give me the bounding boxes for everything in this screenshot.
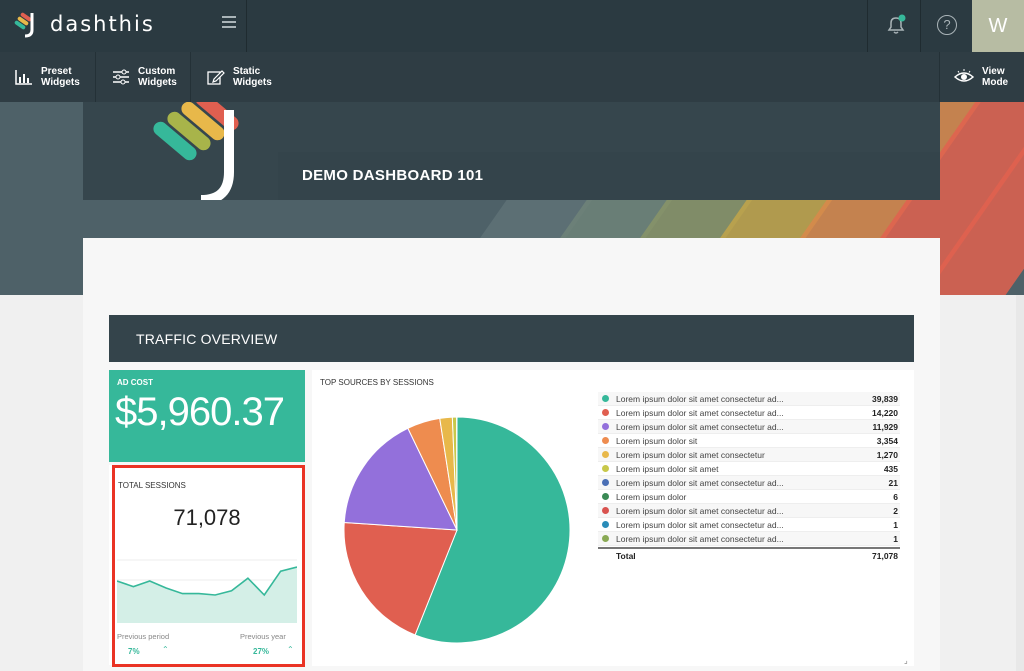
dashthis-logo-icon — [153, 102, 239, 200]
legend-label: Lorem ipsum dolor sit amet consectetur a… — [616, 505, 784, 516]
static-line2: Widgets — [233, 77, 272, 88]
legend-label: Lorem ipsum dolor sit amet consectetur a… — [616, 533, 784, 544]
custom-line1: Custom — [138, 66, 176, 77]
custom-widgets-button[interactable]: Custom Widgets — [112, 52, 177, 102]
custom-line2: Widgets — [138, 77, 177, 88]
total-sessions-label: TOTAL SESSIONS — [118, 481, 186, 490]
view-line1: View — [982, 66, 1005, 77]
legend-row[interactable]: Lorem ipsum dolor sit amet consectetur a… — [598, 476, 900, 490]
legend-row[interactable]: Lorem ipsum dolor sit amet consectetur a… — [598, 504, 900, 518]
legend-color-dot — [602, 437, 609, 444]
legend-label: Lorem ipsum dolor sit amet consectetur a… — [616, 421, 784, 432]
brand-name: dashthis — [50, 12, 155, 36]
eye-icon — [954, 69, 974, 82]
sources-pie-chart[interactable] — [342, 415, 572, 645]
legend-row[interactable]: Lorem ipsum dolor sit amet consectetur a… — [598, 406, 900, 420]
widget-toolbar: Preset Widgets Custom Widgets Static Widget… — [0, 52, 1024, 102]
top-sources-label: TOP SOURCES BY SESSIONS — [320, 378, 434, 387]
divider — [190, 52, 191, 102]
legend-value: 6 — [893, 491, 898, 502]
dashthis-logo-icon — [14, 12, 34, 38]
scroll-area — [1016, 295, 1024, 671]
previous-period-label: Previous period — [117, 632, 170, 641]
legend-label: Lorem ipsum dolor sit amet consectetur a… — [616, 519, 784, 530]
previous-year-label: Previous year — [240, 632, 286, 641]
edit-icon — [207, 70, 225, 85]
brand[interactable]: dashthis — [12, 10, 155, 38]
dashboard-title[interactable]: DEMO DASHBOARD 101 — [302, 167, 483, 184]
section-title[interactable]: TRAFFIC OVERVIEW — [136, 331, 277, 347]
legend-value: 14,220 — [872, 407, 898, 418]
legend-value: 435 — [883, 463, 898, 474]
sources-legend: Lorem ipsum dolor sit amet consectetur a… — [598, 392, 900, 561]
legend-row[interactable]: Lorem ipsum dolor sit amet consectetur a… — [598, 392, 900, 406]
total-label: Total — [616, 551, 636, 561]
legend-label: Lorem ipsum dolor sit amet consectetur — [616, 449, 765, 460]
legend-value: 2 — [893, 505, 898, 516]
previous-year-value: 27% — [253, 647, 270, 656]
total-sessions-value: 71,078 — [173, 505, 241, 530]
divider — [867, 0, 868, 52]
sliders-icon — [113, 69, 129, 85]
legend-color-dot — [602, 423, 609, 430]
ad-cost-label: AD COST — [117, 378, 153, 387]
top-navbar: dashthis ? W — [0, 0, 1024, 52]
help-icon[interactable]: ? — [937, 15, 957, 35]
chevron-up-icon: ⌃ — [287, 645, 294, 654]
view-line2: Mode — [982, 77, 1009, 88]
avatar[interactable]: W — [972, 0, 1024, 52]
legend-value: 39,839 — [872, 393, 898, 404]
legend-label: Lorem ipsum dolor — [616, 491, 687, 502]
resize-handle-icon[interactable]: ⌟ — [904, 656, 908, 665]
legend-color-dot — [602, 521, 609, 528]
preset-line2: Widgets — [41, 77, 80, 88]
view-mode-button[interactable]: View Mode — [954, 52, 1008, 102]
divider — [920, 0, 921, 52]
legend-row[interactable]: Lorem ipsum dolor sit amet 435 — [598, 462, 900, 476]
sessions-sparkline — [117, 559, 297, 623]
legend-row[interactable]: Lorem ipsum dolor sit 3,354 — [598, 434, 900, 448]
legend-value: 3,354 — [876, 435, 898, 446]
notification-bell-icon[interactable] — [885, 14, 907, 36]
legend-total-row: Total 71,078 — [598, 547, 900, 561]
legend-value: 11,929 — [872, 421, 898, 432]
legend-color-dot — [602, 395, 609, 402]
legend-label: Lorem ipsum dolor sit — [616, 435, 698, 446]
static-line1: Static — [233, 66, 261, 77]
legend-color-dot — [602, 465, 609, 472]
legend-color-dot — [602, 535, 609, 542]
legend-value: 1 — [893, 519, 898, 530]
previous-period-value: 7% — [128, 647, 140, 656]
legend-color-dot — [602, 493, 609, 500]
legend-label: Lorem ipsum dolor sit amet consectetur a… — [616, 407, 784, 418]
hamburger-menu-icon[interactable] — [222, 16, 236, 30]
legend-row[interactable]: Lorem ipsum dolor sit amet consectetur a… — [598, 518, 900, 532]
chevron-up-icon: ⌃ — [162, 645, 169, 654]
bar-chart-icon — [15, 70, 32, 85]
legend-value: 1 — [893, 533, 898, 544]
legend-color-dot — [602, 507, 609, 514]
legend-label: Lorem ipsum dolor sit amet consectetur a… — [616, 477, 784, 488]
divider — [95, 52, 96, 102]
legend-value: 1,270 — [876, 449, 898, 460]
divider — [939, 52, 940, 102]
legend-color-dot — [602, 409, 609, 416]
preset-widgets-button[interactable]: Preset Widgets — [15, 52, 80, 102]
legend-row[interactable]: Lorem ipsum dolor sit amet consectetur a… — [598, 420, 900, 434]
legend-value: 21 — [888, 477, 898, 488]
legend-row[interactable]: Lorem ipsum dolor sit amet consectetur a… — [598, 532, 900, 546]
legend-color-dot — [602, 451, 609, 458]
static-widgets-button[interactable]: Static Widgets — [207, 52, 272, 102]
legend-color-dot — [602, 479, 609, 486]
legend-label: Lorem ipsum dolor sit amet consectetur a… — [616, 393, 784, 404]
legend-label: Lorem ipsum dolor sit amet — [616, 463, 719, 474]
preset-line1: Preset — [41, 66, 72, 77]
ad-cost-value: $5,960.37 — [115, 390, 285, 434]
ad-cost-widget[interactable]: AD COST $5,960.37 — [109, 370, 305, 462]
divider — [246, 0, 247, 52]
legend-row[interactable]: Lorem ipsum dolor sit amet consectetur 1,… — [598, 448, 900, 462]
legend-row[interactable]: Lorem ipsum dolor 6 — [598, 490, 900, 504]
total-value: 71,078 — [872, 551, 898, 561]
